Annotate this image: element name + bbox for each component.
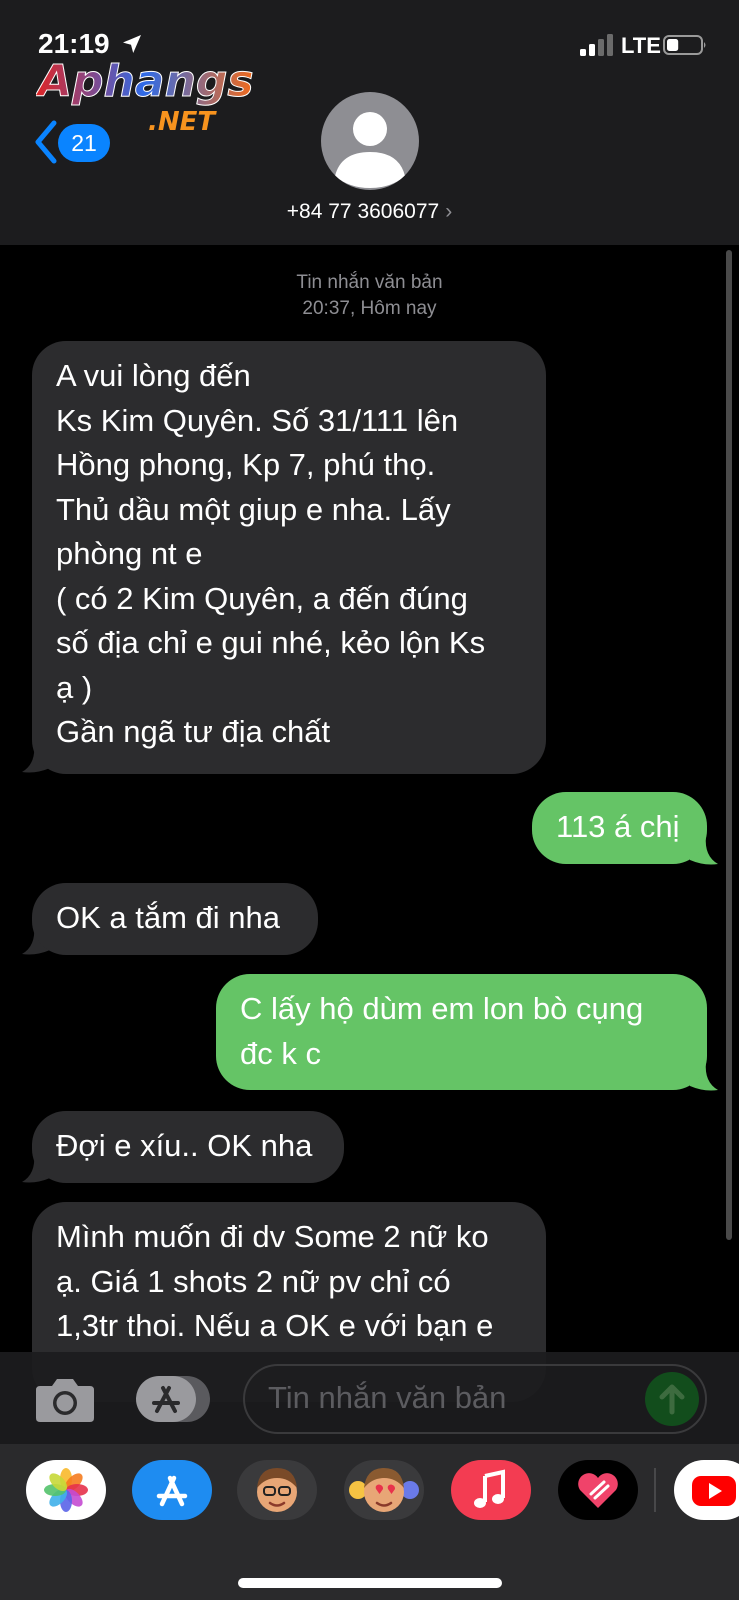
memoji-stickers-icon[interactable] — [344, 1460, 424, 1520]
app-store-drawer-icon[interactable] — [136, 1376, 210, 1422]
message-service-label: Tin nhắn văn bản — [296, 272, 443, 293]
network-type: LTE — [621, 33, 661, 58]
incoming-message-bubble[interactable]: Đợi e xíu.. OK nha — [32, 1111, 344, 1183]
home-indicator[interactable] — [238, 1578, 502, 1588]
incoming-message-bubble[interactable]: OK a tắm đi nha — [32, 883, 318, 955]
outgoing-message-bubble[interactable]: C lấy hộ dùm em lon bò cụng đc k c — [216, 974, 707, 1090]
camera-icon[interactable] — [34, 1376, 96, 1424]
contact-name-row[interactable]: +84 77 3606077 › — [0, 200, 739, 224]
unread-count-badge[interactable]: 21 — [58, 124, 110, 162]
message-timestamp: 20:37, Hôm nay — [302, 298, 437, 319]
youtube-app-icon[interactable] — [674, 1460, 739, 1520]
photos-app-icon[interactable] — [26, 1460, 106, 1520]
outgoing-message-bubble[interactable]: 113 á chị — [532, 792, 707, 864]
music-app-icon[interactable] — [451, 1460, 531, 1520]
svg-text:Aphangs: Aphangs — [36, 56, 254, 107]
back-chevron-icon[interactable] — [34, 120, 58, 164]
scrollbar[interactable] — [726, 250, 732, 1240]
send-arrow-icon — [659, 1384, 685, 1415]
message-input-placeholder: Tin nhắn văn bản — [268, 1380, 507, 1415]
contact-avatar[interactable] — [321, 92, 419, 190]
battery-icon — [663, 35, 706, 55]
contact-phone-number: +84 77 3606077 — [286, 200, 440, 223]
person-silhouette-icon — [335, 112, 405, 188]
contact-chevron-icon: › — [445, 200, 453, 223]
send-button[interactable] — [645, 1372, 699, 1426]
app-store-icon[interactable] — [132, 1460, 212, 1520]
digital-touch-icon[interactable] — [558, 1460, 638, 1520]
location-arrow-icon — [123, 35, 141, 53]
incoming-message-bubble[interactable]: A vui lòng đến Ks Kim Quyên. Số 31/111 l… — [32, 341, 546, 774]
memoji-icon[interactable] — [237, 1460, 317, 1520]
signal-strength-icon — [580, 34, 613, 56]
dock-divider — [654, 1468, 656, 1512]
svg-text:.NET: .NET — [148, 107, 217, 137]
